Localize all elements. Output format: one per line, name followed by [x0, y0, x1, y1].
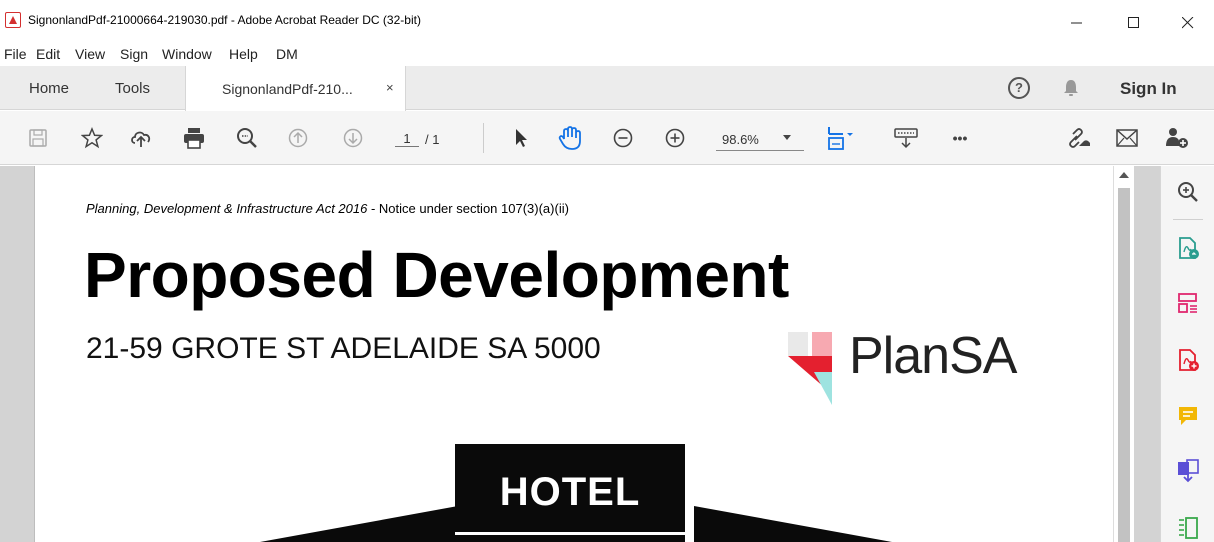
sign-in-button[interactable]: Sign In [1120, 79, 1177, 99]
menu-file[interactable]: File [4, 46, 27, 62]
plus-circle-icon [665, 128, 685, 148]
minimize-button[interactable] [1054, 0, 1100, 46]
tab-home[interactable]: Home [29, 66, 69, 110]
save-icon [29, 129, 47, 147]
next-page-button[interactable] [339, 124, 367, 152]
hotel-sign-image: HOTEL [455, 444, 685, 542]
notice-line: Planning, Development & Infrastructure A… [86, 201, 569, 216]
minimize-icon [1071, 22, 1082, 24]
toolbar: 1 / 1 98.6% ••• [0, 111, 1214, 165]
upload-cloud-button[interactable] [127, 124, 155, 152]
maximize-button[interactable] [1111, 0, 1157, 46]
fit-page-icon [828, 127, 853, 150]
maximize-icon [1128, 17, 1139, 28]
zoom-out-search-button[interactable] [233, 124, 261, 152]
zoom-in-button[interactable] [661, 124, 689, 152]
select-tool-button[interactable] [507, 124, 535, 152]
print-button[interactable] [180, 124, 208, 152]
hotel-sign-right-wing [694, 506, 892, 542]
notifications-bell-icon[interactable] [1061, 78, 1081, 98]
organize-pages-icon[interactable] [1176, 291, 1200, 315]
cursor-arrow-icon [516, 129, 527, 147]
plansa-logo-text: PlanSA [849, 327, 1017, 385]
pdf-page: Planning, Development & Infrastructure A… [34, 166, 1113, 542]
add-user-button[interactable] [1163, 124, 1191, 152]
right-tools-pane [1160, 166, 1214, 542]
printer-icon [184, 128, 204, 149]
menu-bar: File Edit View Sign Window Help DM [0, 46, 1214, 66]
hotel-sign-text: HOTEL [499, 470, 641, 514]
notice-section: - Notice under section 107(3)(a)(ii) [367, 201, 569, 216]
acrobat-app-icon [5, 12, 21, 28]
minus-circle-icon [613, 128, 633, 148]
scroll-up-icon[interactable] [1119, 172, 1129, 178]
vertical-scrollbar[interactable] [1113, 166, 1134, 542]
cloud-upload-icon [131, 131, 151, 147]
export-pdf-icon[interactable] [1176, 236, 1200, 260]
help-icon[interactable]: ? [1008, 77, 1030, 99]
add-person-icon [1166, 128, 1188, 148]
page-number-input[interactable]: 1 [395, 131, 419, 147]
zoom-out-button[interactable] [609, 124, 637, 152]
tab-tools[interactable]: Tools [115, 66, 150, 110]
create-pdf-icon[interactable] [1176, 348, 1200, 372]
zoom-underline [716, 150, 804, 151]
tab-close-icon[interactable]: × [386, 80, 394, 95]
star-icon [81, 127, 103, 149]
arrow-up-circle-icon [288, 128, 308, 148]
keyboard-scroll-icon [894, 128, 918, 149]
scroll-mode-button[interactable] [892, 124, 920, 152]
hand-icon [558, 126, 581, 150]
save-button[interactable] [24, 124, 52, 152]
title-bar: SignonlandPdf-21000664-219030.pdf - Adob… [0, 0, 1214, 46]
zoom-level[interactable]: 98.6% [722, 132, 759, 147]
menu-dm[interactable]: DM [276, 46, 298, 62]
menu-help[interactable]: Help [229, 46, 258, 62]
pane-divider [1173, 219, 1203, 220]
envelope-icon [1116, 129, 1138, 147]
menu-sign[interactable]: Sign [120, 46, 148, 62]
window-title: SignonlandPdf-21000664-219030.pdf - Adob… [28, 13, 421, 27]
document-viewport[interactable]: Planning, Development & Infrastructure A… [0, 166, 1160, 542]
site-address: 21-59 GROTE ST ADELAIDE SA 5000 [86, 332, 601, 365]
page-total: / 1 [425, 132, 440, 147]
toolbar-divider [483, 123, 484, 153]
menu-window[interactable]: Window [162, 46, 212, 62]
previous-page-button[interactable] [284, 124, 312, 152]
plansa-logo-mark [788, 332, 832, 405]
share-link-button[interactable] [1063, 124, 1091, 152]
menu-edit[interactable]: Edit [36, 46, 60, 62]
hotel-sign-left-wing [260, 506, 458, 542]
tab-document[interactable]: SignonlandPdf-210... × [185, 66, 406, 111]
link-share-icon [1069, 128, 1090, 148]
close-icon [1182, 17, 1194, 29]
comment-icon[interactable] [1176, 404, 1200, 428]
close-window-button[interactable] [1165, 0, 1211, 46]
hand-tool-button[interactable] [556, 124, 584, 152]
page-heading: Proposed Development [84, 239, 789, 311]
zoom-dropdown-icon[interactable] [783, 135, 791, 140]
email-button[interactable] [1113, 124, 1141, 152]
tab-document-label: SignonlandPdf-210... [222, 80, 353, 97]
combine-files-icon[interactable] [1176, 459, 1200, 483]
zoom-search-icon [237, 128, 257, 148]
hotel-sign-stripe [455, 532, 685, 535]
arrow-down-circle-icon [343, 128, 363, 148]
bookmark-star-button[interactable] [78, 124, 106, 152]
page-fit-button[interactable] [826, 124, 854, 152]
menu-view[interactable]: View [75, 46, 105, 62]
notice-act-name: Planning, Development & Infrastructure A… [86, 201, 368, 216]
more-tools-button[interactable]: ••• [946, 124, 974, 152]
compress-icon[interactable] [1176, 516, 1200, 540]
tab-bar: Home Tools SignonlandPdf-210... × ? Sign… [0, 66, 1214, 111]
scrollbar-thumb[interactable] [1118, 188, 1130, 542]
zoom-icon[interactable] [1176, 180, 1200, 204]
